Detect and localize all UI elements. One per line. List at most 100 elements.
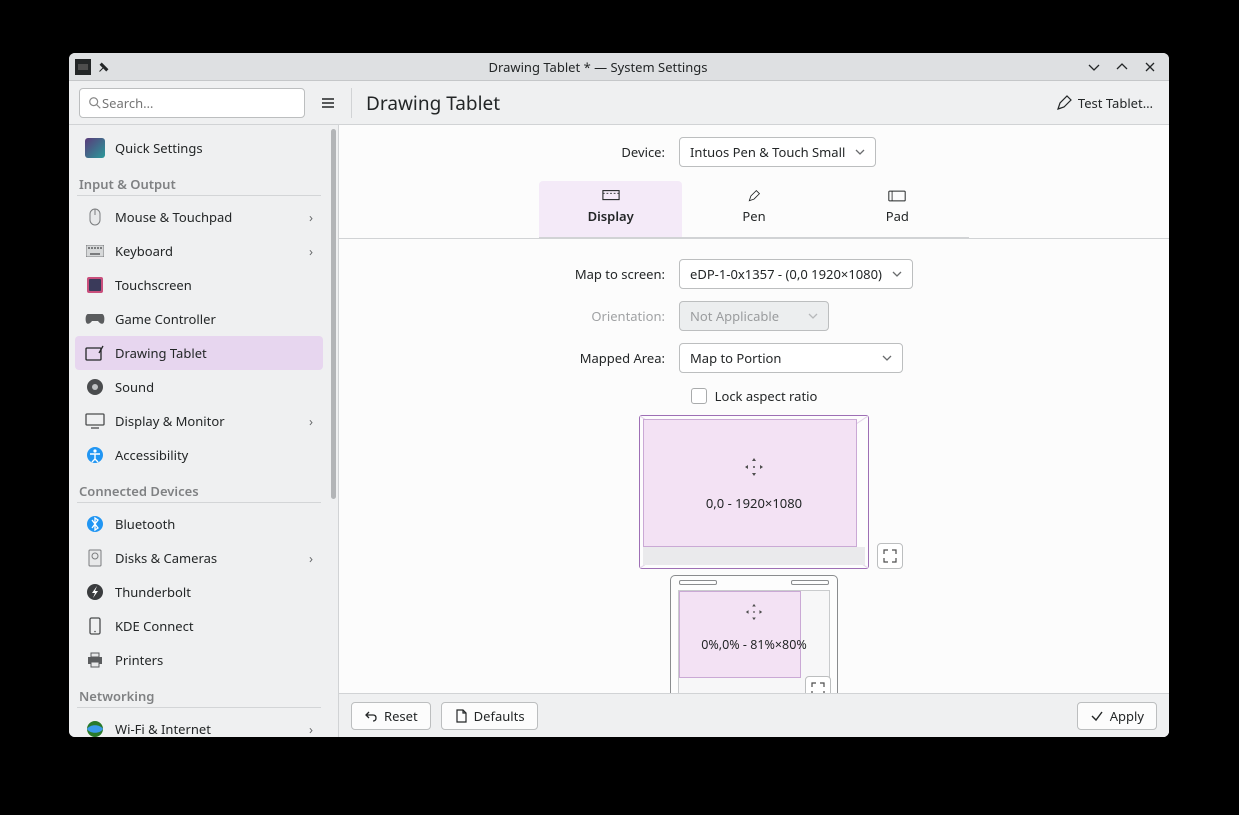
search-icon [88,96,102,110]
footer: Reset Defaults Apply [339,693,1169,737]
tablet-mapping-area[interactable]: 0%,0% - 81%×80% [670,575,838,693]
sidebar-item-label: Keyboard [115,242,173,260]
app-icon [75,59,91,75]
monitor-icon [85,411,105,431]
sidebar-item-drawing-tablet[interactable]: Drawing Tablet [75,336,323,370]
minimize-button[interactable] [1085,58,1103,76]
orientation-label: Orientation: [339,307,679,325]
sidebar-item-game-controller[interactable]: Game Controller [75,302,323,336]
sidebar-item-mouse-touchpad[interactable]: Mouse & Touchpad › [75,200,323,234]
map-screen-label: Map to screen: [339,265,679,283]
sidebar-item-label: Quick Settings [115,139,203,157]
chevron-right-icon: › [309,720,313,737]
lock-aspect-label: Lock aspect ratio [715,387,818,405]
section-input-output: Input & Output [69,165,329,195]
mapped-area-select[interactable]: Map to Portion [679,343,903,373]
move-icon [743,456,765,478]
sidebar-item-wifi-internet[interactable]: Wi-Fi & Internet › [75,712,323,737]
sidebar-item-bluetooth[interactable]: Bluetooth [75,507,323,541]
sidebar-item-label: Touchscreen [115,276,192,294]
touchscreen-icon [85,275,105,295]
window-title: Drawing Tablet * — System Settings [111,58,1085,76]
sidebar-item-label: Accessibility [115,446,188,464]
printer-icon [85,650,105,670]
sidebar-item-label: Drawing Tablet [115,344,207,362]
test-tablet-button[interactable]: Test Tablet… [1050,90,1159,116]
titlebar: Drawing Tablet * — System Settings [69,53,1169,81]
sidebar-item-accessibility[interactable]: Accessibility [75,438,323,472]
keyboard-icon [85,241,105,261]
toolbar: Drawing Tablet Test Tablet… [69,81,1169,125]
defaults-button[interactable]: Defaults [441,702,538,730]
settings-window: Drawing Tablet * — System Settings Drawi… [69,53,1169,737]
apply-button[interactable]: Apply [1077,702,1157,730]
orientation-select: Not Applicable [679,301,829,331]
sidebar-item-kde-connect[interactable]: KDE Connect [75,609,323,643]
thunderbolt-icon [85,582,105,602]
sidebar-item-label: Disks & Cameras [115,549,217,567]
tablet-region-label: 0%,0% - 81%×80% [671,636,837,653]
tab-pen[interactable]: Pen [682,181,825,237]
sidebar-item-touchscreen[interactable]: Touchscreen [75,268,323,302]
sidebar-item-sound[interactable]: Sound [75,370,323,404]
document-icon [454,709,468,723]
chevron-right-icon: › [309,412,313,430]
reset-button[interactable]: Reset [351,702,431,730]
main-panel: Device: Intuos Pen & Touch Small Display… [339,125,1169,737]
sound-icon [85,377,105,397]
chevron-right-icon: › [309,208,313,226]
menu-button[interactable] [313,88,343,118]
sidebar-item-thunderbolt[interactable]: Thunderbolt [75,575,323,609]
sidebar-item-label: Game Controller [115,310,216,328]
tabs: Display Pen Pad [539,181,969,238]
screen-region-label: 0,0 - 1920×1080 [640,494,868,512]
pad-icon [888,189,906,203]
section-connected-devices: Connected Devices [69,472,329,502]
move-icon [744,602,764,622]
maximize-button[interactable] [1113,58,1131,76]
pencil-icon [1056,95,1072,111]
tab-pad[interactable]: Pad [826,181,969,237]
accessibility-icon [85,445,105,465]
chevron-down-icon [808,311,818,321]
pin-icon[interactable] [97,60,111,74]
lock-aspect-checkbox[interactable] [691,388,707,404]
sidebar-item-display-monitor[interactable]: Display & Monitor › [75,404,323,438]
sidebar-item-label: Mouse & Touchpad [115,208,232,226]
sidebar-scrollbar[interactable] [329,125,339,737]
check-icon [1090,709,1104,723]
sidebar-item-label: Sound [115,378,154,396]
phone-icon [85,616,105,636]
sidebar-item-quick-settings[interactable]: Quick Settings [75,131,323,165]
sidebar-item-keyboard[interactable]: Keyboard › [75,234,323,268]
device-select[interactable]: Intuos Pen & Touch Small [679,137,876,167]
device-label: Device: [339,143,679,161]
sidebar-item-label: Wi-Fi & Internet [115,720,211,737]
page-title: Drawing Tablet [360,90,1042,116]
screen-mapping-area[interactable]: 0,0 - 1920×1080 [639,415,869,569]
map-screen-select[interactable]: eDP-1-0x1357 - (0,0 1920×1080) [679,259,913,289]
tab-display[interactable]: Display [539,181,682,237]
sidebar-item-disks-cameras[interactable]: Disks & Cameras › [75,541,323,575]
section-networking: Networking [69,677,329,707]
close-button[interactable] [1141,58,1159,76]
sidebar[interactable]: Quick Settings Input & Output Mouse & To… [69,125,329,737]
search-input[interactable] [102,94,296,112]
hamburger-icon [320,95,336,111]
fit-tablet-button[interactable] [805,676,831,693]
chevron-right-icon: › [309,549,313,567]
bluetooth-icon [85,514,105,534]
chevron-down-icon [892,269,902,279]
sidebar-item-label: Thunderbolt [115,583,191,601]
search-field[interactable] [79,88,305,118]
mapped-area-label: Mapped Area: [339,349,679,367]
gamepad-icon [85,309,105,329]
sidebar-item-printers[interactable]: Printers [75,643,323,677]
tablet-icon [85,343,105,363]
fit-screen-button[interactable] [877,543,903,569]
chevron-right-icon: › [309,242,313,260]
undo-icon [364,709,378,723]
sidebar-item-label: Printers [115,651,163,669]
globe-icon [85,719,105,737]
pen-icon [745,189,763,203]
